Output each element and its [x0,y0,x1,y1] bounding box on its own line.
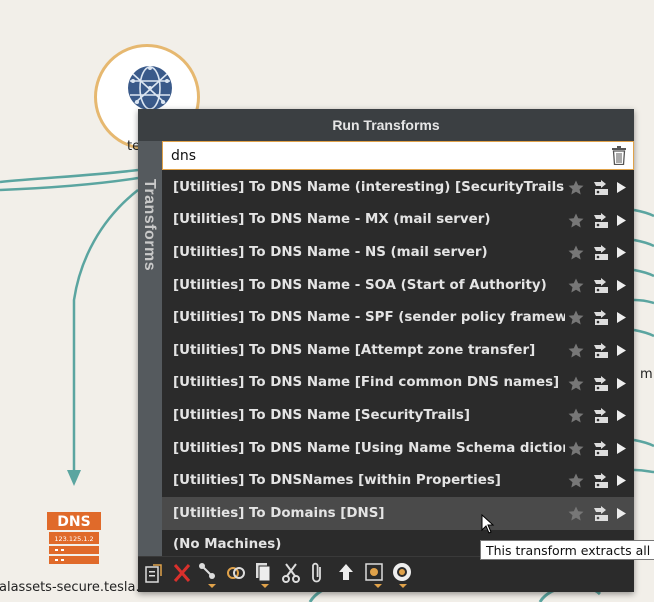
globe-icon [128,66,172,110]
graph-edge [633,438,654,448]
star-icon[interactable] [568,408,584,423]
settings-icon[interactable] [592,375,609,392]
transform-item[interactable]: [Utilities] To DNS Name (interesting) [S… [162,171,634,204]
run-arrow-icon[interactable] [617,507,626,519]
transforms-side-tab[interactable]: Transforms [138,141,162,556]
select-node-icon[interactable] [364,562,386,590]
graph-edge [72,189,139,470]
settings-icon[interactable] [592,407,609,424]
dns-icon: DNS 123.125.1.2 [47,512,101,564]
star-icon[interactable] [568,506,584,521]
star-icon[interactable] [568,278,584,293]
transform-search[interactable] [162,141,634,170]
transform-item-selected[interactable]: [Utilities] To Domains [DNS] [162,496,634,530]
transform-item[interactable]: [Utilities] To DNSNames [within Properti… [162,464,634,497]
run-arrow-icon[interactable] [617,279,626,291]
run-arrow-icon[interactable] [617,475,626,487]
star-icon[interactable] [568,473,584,488]
star-icon[interactable] [568,441,584,456]
star-icon[interactable] [568,213,584,228]
settings-icon[interactable] [592,212,609,229]
settings-icon[interactable] [592,244,609,261]
search-input[interactable] [171,146,591,166]
run-arrow-icon[interactable] [617,442,626,454]
mouse-cursor-icon [481,514,495,534]
run-arrow-icon[interactable] [617,344,626,356]
zoom-select-icon[interactable] [390,562,414,590]
upload-icon[interactable] [336,562,356,584]
transform-tooltip: This transform extracts all t [480,540,654,560]
star-icon[interactable] [568,376,584,391]
graph-toolbar [138,556,634,592]
panel-title: Run Transforms [138,109,634,141]
graph-edge [633,208,654,218]
edge-label: m [640,367,653,382]
star-icon[interactable] [568,180,584,195]
settings-icon[interactable] [592,277,609,294]
attach-icon[interactable] [309,562,325,584]
trash-icon[interactable] [611,146,627,165]
graph-edge [633,298,654,305]
graph-edge [633,328,654,338]
transform-item[interactable]: [Utilities] To DNS Name - SOA (Start of … [162,269,634,302]
run-arrow-icon[interactable] [617,182,626,193]
merge-icon[interactable] [226,562,246,584]
side-tab-label: Transforms [141,179,158,272]
clipboard-icon[interactable] [143,562,165,584]
dns-node[interactable]: DNS 123.125.1.2 [47,510,101,566]
copy-icon[interactable] [253,562,273,590]
settings-icon[interactable] [592,505,609,522]
run-transforms-panel: Run Transforms Transforms [Utilities] To… [138,109,634,592]
graph-edge [633,238,654,248]
graph-edge [633,468,654,474]
graph-edge [633,268,654,278]
link-nodes-icon[interactable] [198,562,218,590]
transform-item[interactable]: [Utilities] To DNS Name - NS (mail serve… [162,236,634,269]
star-icon[interactable] [568,245,584,260]
run-arrow-icon[interactable] [617,410,626,422]
transform-item[interactable]: [Utilities] To DNS Name [Find common DNS… [162,367,634,400]
transform-item[interactable]: [Utilities] To DNS Name [Using Name Sche… [162,432,634,465]
cut-icon[interactable] [281,562,301,584]
delete-icon[interactable] [172,562,192,584]
transform-item[interactable]: [Utilities] To DNS Name [SecurityTrails] [162,399,634,432]
star-icon[interactable] [568,343,584,358]
run-arrow-icon[interactable] [617,377,626,389]
settings-icon[interactable] [592,472,609,489]
transform-item[interactable]: [Utilities] To DNS Name - SPF (sender po… [162,301,634,334]
transform-list: [Utilities] To DNS Name (interesting) [S… [162,171,634,560]
run-arrow-icon[interactable] [617,247,626,259]
settings-icon[interactable] [592,440,609,457]
svg-text:123.125.1.2: 123.125.1.2 [54,535,93,543]
settings-icon[interactable] [592,342,609,359]
settings-icon[interactable] [592,179,609,196]
star-icon[interactable] [568,310,584,325]
run-arrow-icon[interactable] [617,214,626,226]
settings-icon[interactable] [592,309,609,326]
run-arrow-icon[interactable] [617,312,626,324]
transform-item[interactable]: [Utilities] To DNS Name - MX (mail serve… [162,204,634,237]
transform-item[interactable]: [Utilities] To DNS Name [Attempt zone tr… [162,334,634,367]
svg-text:DNS: DNS [57,514,90,530]
arrow-head [67,470,81,486]
